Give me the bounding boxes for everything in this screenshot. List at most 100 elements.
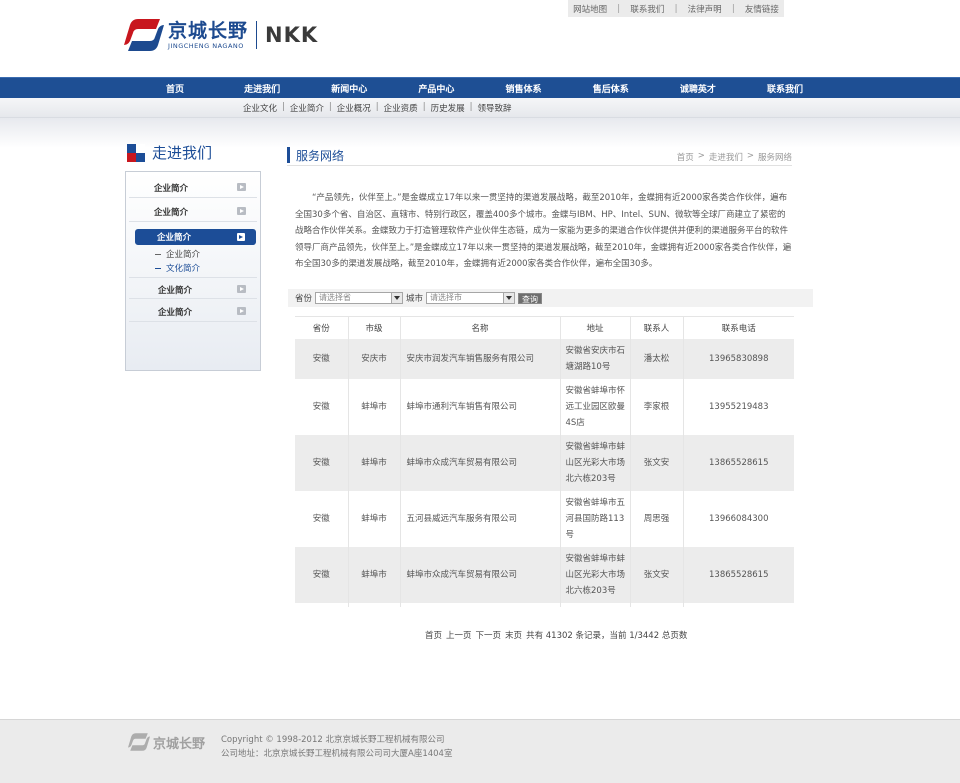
contact-cell: 潘太松 bbox=[630, 338, 684, 379]
city-cell: 安庆市 bbox=[348, 338, 401, 379]
sidebar-subitem-active[interactable]: 文化简介 bbox=[155, 262, 200, 274]
col-header: 联系人 bbox=[630, 316, 684, 339]
logo-mark-icon bbox=[124, 19, 164, 51]
col-header: 省份 bbox=[295, 316, 349, 339]
phone-cell: 13966084300 bbox=[709, 513, 769, 524]
subnav-culture[interactable]: 企业文化 bbox=[243, 102, 277, 114]
arrow-right-icon bbox=[237, 233, 245, 241]
sidebar-item-label: 企业简介 bbox=[158, 286, 193, 296]
province-label: 省份 bbox=[295, 294, 313, 304]
query-button[interactable]: 查询 bbox=[518, 292, 543, 304]
subnav-history[interactable]: 历史发展 bbox=[431, 102, 465, 114]
nav-home[interactable]: 首页 bbox=[135, 82, 215, 95]
logo-divider bbox=[256, 21, 258, 49]
phone-cell: 13965830898 bbox=[683, 338, 794, 379]
address-cell: 安徽省安庆市石 塘湖路10号 bbox=[560, 338, 631, 379]
nav-news[interactable]: 新闻中心 bbox=[309, 82, 389, 95]
subnav-overview[interactable]: 企业概况 bbox=[337, 102, 371, 114]
nav-contact[interactable]: 联系我们 bbox=[745, 82, 825, 95]
sidebar-title: 走进我们 bbox=[127, 142, 212, 163]
province-cell: 安徽 bbox=[295, 434, 349, 491]
logo-en-text: JINGCHENG NAGANO bbox=[168, 41, 244, 50]
city-label: 城市 bbox=[406, 294, 424, 304]
city-select[interactable]: 请选择市 bbox=[426, 292, 516, 304]
province-select-value: 请选择省 bbox=[319, 293, 352, 302]
nav-sales[interactable]: 销售体系 bbox=[484, 82, 564, 95]
table-row: 安徽 安庆市 安庆市润发汽车销售服务有限公司 安徽省安庆市石 塘湖路10号 潘太松 139… bbox=[295, 338, 794, 379]
col-header: 名称 bbox=[400, 316, 561, 339]
col-header: 联系电话 bbox=[683, 316, 794, 339]
nav-jobs[interactable]: 诚聘英才 bbox=[658, 82, 738, 95]
table-row bbox=[295, 602, 794, 607]
sidebar-subitem[interactable]: 企业简介 bbox=[155, 248, 200, 260]
intro-paragraph: “产品领先，伙伴至上。”是金蝶成立17年以来一贯坚持的渠道发展战略，截至2010… bbox=[295, 193, 792, 269]
col-header: 市级 bbox=[348, 316, 401, 339]
footer-logo: 京城长野 bbox=[128, 731, 205, 753]
address-cell: 安徽省蚌埠市五 河县国防路113 号 bbox=[560, 490, 631, 547]
top-links-bar: 网站地图 | 联系我们 | 法律声明 | 友情链接 bbox=[568, 0, 784, 17]
pager-next[interactable]: 下一页 bbox=[476, 629, 502, 641]
nav-service[interactable]: 售后体系 bbox=[571, 82, 651, 95]
dash-icon bbox=[155, 254, 161, 255]
breadcrumb-separator: > bbox=[746, 151, 754, 161]
divider: | bbox=[674, 3, 678, 14]
province-select[interactable]: 请选择省 bbox=[315, 292, 404, 304]
arrow-right-icon bbox=[237, 285, 246, 293]
footer-logo-text: 京城长野 bbox=[153, 736, 206, 752]
friend-links-link[interactable]: 友情链接 bbox=[745, 3, 779, 15]
subnav-intro[interactable]: 企业简介 bbox=[290, 102, 324, 114]
table-row: 安徽 蚌埠市 五河县威远汽车服务有限公司 安徽省蚌埠市五 河县国防路113 号周思强 1… bbox=[295, 490, 794, 547]
subnav-qualification[interactable]: 企业资质 bbox=[384, 102, 418, 114]
chevron-down-icon bbox=[391, 293, 403, 303]
address-cell: 安徽省蚌埠市怀 远工业园区欧曼 4S店 bbox=[560, 378, 631, 435]
phone-cell: 13865528615 bbox=[683, 434, 794, 491]
divider: | bbox=[375, 102, 379, 112]
footer: 京城长野 Copyright © 1998-2012 北京京城长野工程机械有限公… bbox=[0, 719, 960, 783]
sidebar-item[interactable]: 企业简介 bbox=[129, 200, 257, 222]
site-logo[interactable]: 京城长野 JINGCHENG NAGANO NKK bbox=[124, 14, 318, 56]
contact-link[interactable]: 联系我们 bbox=[630, 3, 664, 15]
sidebar-subitem-label: 企业简介 bbox=[166, 250, 201, 260]
arrow-right-icon bbox=[237, 183, 246, 191]
breadcrumb: 首页 > 走进我们 > 服务网络 bbox=[677, 151, 792, 163]
content-header: 服务网络 首页 > 走进我们 > 服务网络 bbox=[287, 147, 792, 166]
sidebar-item[interactable]: 企业简介 bbox=[129, 277, 257, 299]
address-cell: 安徽省蚌埠市蚌 山区光彩大市场 北六栋203号 bbox=[560, 546, 631, 603]
legal-link[interactable]: 法律声明 bbox=[688, 3, 722, 15]
empty-cell bbox=[630, 602, 684, 607]
contact-cell: 李家根 bbox=[630, 378, 684, 435]
page-title: 服务网络 bbox=[296, 149, 345, 163]
pager-prev[interactable]: 上一页 bbox=[446, 629, 472, 641]
col-header: 地址 bbox=[560, 316, 631, 339]
breadcrumb-home[interactable]: 首页 bbox=[677, 151, 694, 163]
breadcrumb-separator: > bbox=[697, 151, 705, 161]
contact-cell: 周思强 bbox=[630, 490, 684, 547]
pager-last[interactable]: 末页 bbox=[505, 629, 522, 641]
name-cell: 安庆市润发汽车销售服务有限公司 bbox=[400, 338, 561, 379]
table-row: 安徽 蚌埠市 蚌埠市通利汽车销售有限公司 安徽省蚌埠市怀 远工业园区欧曼 4S店 李家根… bbox=[295, 378, 794, 435]
arrow-right-icon bbox=[237, 207, 246, 215]
sidebar-item-label: 企业简介 bbox=[157, 233, 192, 243]
empty-cell bbox=[295, 602, 349, 607]
pager-summary: 共有 41302 条记录，当前 1/3442 总页数 bbox=[526, 631, 688, 641]
nav-about[interactable]: 走进我们 bbox=[222, 82, 302, 95]
divider: | bbox=[731, 3, 735, 14]
divider: | bbox=[422, 102, 426, 112]
main-nav: 首页 走进我们 新闻中心 产品中心 销售体系 售后体系 诚聘英才 联系我们 bbox=[0, 77, 960, 98]
nav-products[interactable]: 产品中心 bbox=[396, 82, 476, 95]
breadcrumb-about[interactable]: 走进我们 bbox=[709, 151, 743, 163]
name-cell: 蚌埠市通利汽车销售有限公司 bbox=[400, 378, 561, 435]
sidebar-item-active[interactable]: 企业简介 bbox=[135, 229, 256, 245]
sidebar-item[interactable]: 企业简介 bbox=[129, 300, 257, 322]
empty-cell bbox=[683, 603, 794, 607]
footer-logo-icon bbox=[128, 733, 150, 751]
phone-cell: 13865528615 bbox=[683, 546, 794, 603]
sidebar-menu: 企业简介 企业简介 企业简介 企业简介 文化简介 企业简介 企业简介 bbox=[125, 171, 261, 371]
sidebar-item[interactable]: 企业简介 bbox=[129, 176, 257, 198]
sitemap-link[interactable]: 网站地图 bbox=[573, 3, 607, 15]
pager-first[interactable]: 首页 bbox=[425, 629, 442, 641]
subnav-leader-speech[interactable]: 领导致辞 bbox=[477, 102, 511, 114]
sidebar-item-label: 企业简介 bbox=[154, 184, 189, 194]
province-cell: 安徽 bbox=[295, 378, 349, 435]
sidebar-subitem-label: 文化简介 bbox=[166, 264, 201, 274]
